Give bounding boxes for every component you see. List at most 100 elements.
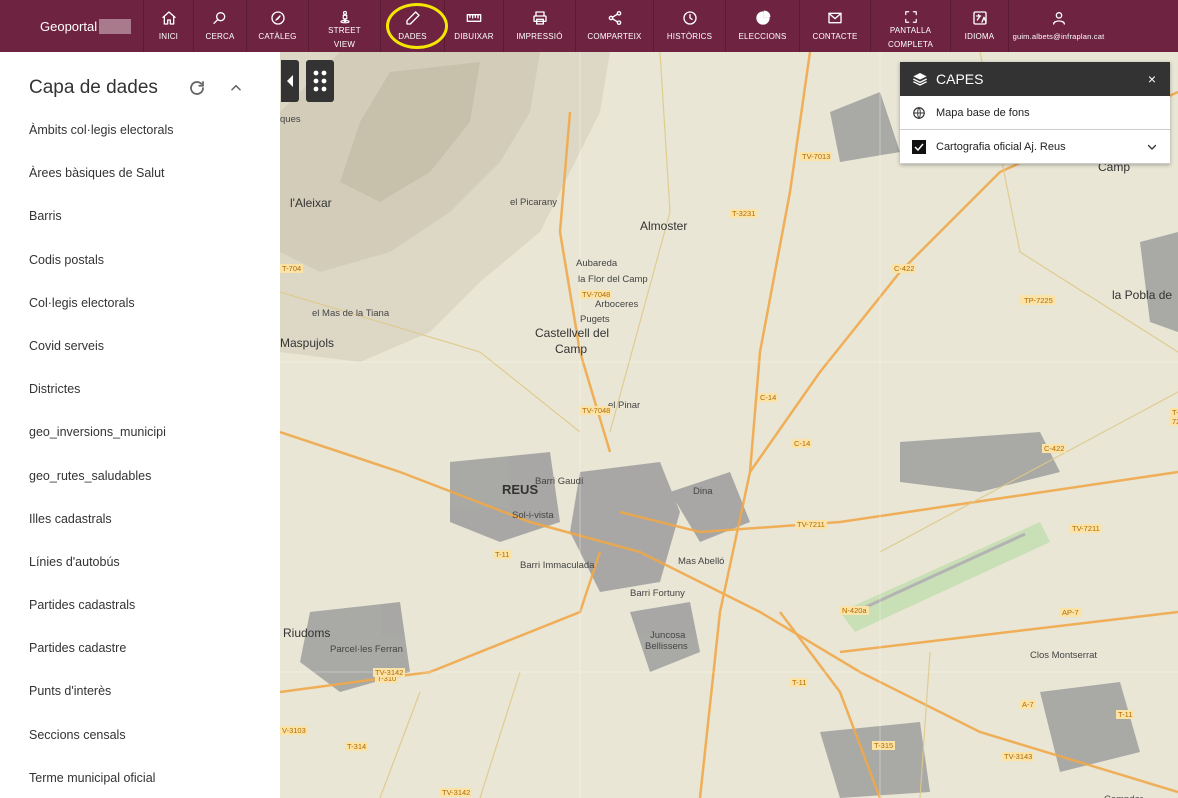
compass-icon [270,11,285,25]
map-place-label: Mas Abelló [678,556,725,567]
user-icon [1052,12,1065,25]
map-place-label: Arboceres [595,299,639,310]
nav-user-label: guim.albets@infraplan.cat [1012,32,1105,41]
nav-pantalla-button[interactable]: PANTALLA COMPLETA [870,0,950,52]
layer-list-item[interactable]: Barris [29,200,174,243]
nav-impressio-button[interactable]: IMPRESSIÓ [503,0,575,52]
clock-icon [682,11,697,25]
map-road-label: TV-7048 [580,290,613,299]
layer-list-item[interactable]: Seccions censals [29,719,174,762]
map-road-label: TP-7225 [1022,296,1055,305]
printer-icon [532,11,547,25]
map-road-label: C-422 [892,264,917,273]
layer-list-item[interactable]: Partides cadastre [29,632,174,675]
nav-streetview-button[interactable]: STREET VIEW [308,0,380,52]
nav-comparteix-button[interactable]: COMPARTEIX [575,0,653,52]
map-place-label: la Pobla de [1112,288,1173,302]
map-place-label: Juncosa [650,630,686,641]
data-layer-sidebar: Capa de dades Àmbits col·legis electoral… [0,52,280,798]
map-road-label: AP-7 [1060,608,1081,617]
map-place-label: Campdar [1104,794,1143,798]
map-place-label: Dina [693,486,713,497]
layer-list-item[interactable]: Covid serveis [29,330,174,373]
map-place-label: el Picarany [510,197,557,208]
nav-cataleg-button[interactable]: CATÀLEG [246,0,308,52]
nav-cerca-label: CERCA [205,32,235,41]
close-icon[interactable]: × [1148,71,1156,87]
map-place-label: Pugets [580,314,610,325]
map-place-label: Castellvell del [535,326,610,340]
dots-grid-icon [313,70,327,92]
layer-list: Àmbits col·legis electorals Àrees bàsique… [29,114,174,798]
fullscreen-icon [904,11,917,23]
layer-list-item[interactable]: Àmbits col·legis electorals [29,114,174,157]
map-road-label: C-14 [792,439,813,448]
layer-list-item[interactable]: Punts d'interès [29,675,174,718]
sidebar-toggle-button[interactable] [281,60,299,102]
nav-impressio-label: IMPRESSIÓ [516,32,563,41]
map-road-label: C-422 [1042,444,1067,453]
layer-list-item[interactable]: Codis postals [29,244,174,287]
layer-list-item[interactable]: geo_rutes_saludables [29,460,174,503]
brand-logo[interactable]: Geoportal [0,0,143,52]
nav-dades-button[interactable]: DADES [380,0,444,52]
layer-list-item[interactable]: geo_inversions_municipi [29,416,174,459]
home-icon [161,11,176,25]
layer-row-cartografia[interactable]: Cartografia oficial Aj. Reus [900,130,1170,164]
brand-redacted [99,18,132,34]
nav-cerca-button[interactable]: CERCA [193,0,246,52]
sidebar-title: Capa de dades [29,77,158,98]
nav-historics-label: HISTÒRICS [666,32,713,41]
layer-list-item[interactable]: Línies d'autobús [29,546,174,589]
map-place-label: Barri Gaudí [535,476,584,487]
nav-contacte-label: CONTACTE [812,32,858,41]
nav-eleccions-button[interactable]: ELECCIONS [725,0,799,52]
apps-grid-button[interactable] [306,60,334,102]
map-road-label: T-11 [1116,710,1135,719]
nav-contacte-button[interactable]: CONTACTE [799,0,870,52]
base-map-row[interactable]: Mapa base de fons [900,96,1170,130]
translate-icon [972,11,987,25]
nav-idioma-label: IDIOMA [964,32,995,41]
nav-user-button[interactable]: guim.albets@infraplan.cat [1008,0,1108,52]
main-nav: INICI CERCA CATÀLEG STREET VIEW DADES DIBUIXA… [143,0,1108,52]
check-icon [914,143,924,151]
nav-dibuixar-label: DIBUIXAR [454,32,494,41]
map-road-label: TV-3142 [440,788,473,797]
layer-list-item[interactable]: Col·legis electorals [29,287,174,330]
layer-list-item[interactable]: Àrees bàsiques de Salut [29,157,174,200]
pegman-icon [339,10,350,24]
nav-dibuixar-button[interactable]: DIBUIXAR [444,0,503,52]
chevron-down-icon[interactable] [1146,141,1158,153]
map-place-label: Maspujols [280,336,335,350]
map-road-label: T-704 [280,264,304,273]
mail-icon [828,12,842,24]
nav-idioma-button[interactable]: IDIOMA [950,0,1008,52]
map-road-label: V-3103 [280,726,308,735]
nav-historics-button[interactable]: HISTÒRICS [653,0,725,52]
layer-list-item[interactable]: Illes cadastrals [29,503,174,546]
map-place-label: Parcel·les Ferran [330,644,403,655]
layer-list-item[interactable]: Districtes [29,373,174,416]
map-road-label: TV-3142 [373,668,406,677]
layer-list-item[interactable]: Partides cadastrals [29,589,174,632]
refresh-icon[interactable] [188,79,206,97]
nav-dades-label: DADES [398,32,427,41]
pencil-icon [405,11,420,25]
nav-comparteix-label: COMPARTEIX [587,32,642,41]
map-road-label: T-314 [345,742,369,751]
map-road-label: TV-3143 [1002,752,1035,761]
map-place-label: Barri Immaculada [520,560,595,571]
map-place-label: Clos Montserrat [1030,650,1098,661]
map-road-label: T-315 [872,741,896,750]
layers-panel: CAPES × Mapa base de fons Cartografia of… [900,62,1170,164]
nav-inici-button[interactable]: INICI [143,0,193,52]
layer-list-item[interactable]: Terme municipal oficial [29,762,174,798]
layers-panel-title: CAPES [936,71,984,87]
base-map-label: Mapa base de fons [936,106,1030,119]
globe-icon [913,106,925,119]
map-place-label: Bellissens [645,641,688,652]
chevron-up-icon[interactable] [229,81,243,95]
layer-checkbox[interactable] [912,139,926,154]
map-road-label: TV-7013 [800,152,833,161]
